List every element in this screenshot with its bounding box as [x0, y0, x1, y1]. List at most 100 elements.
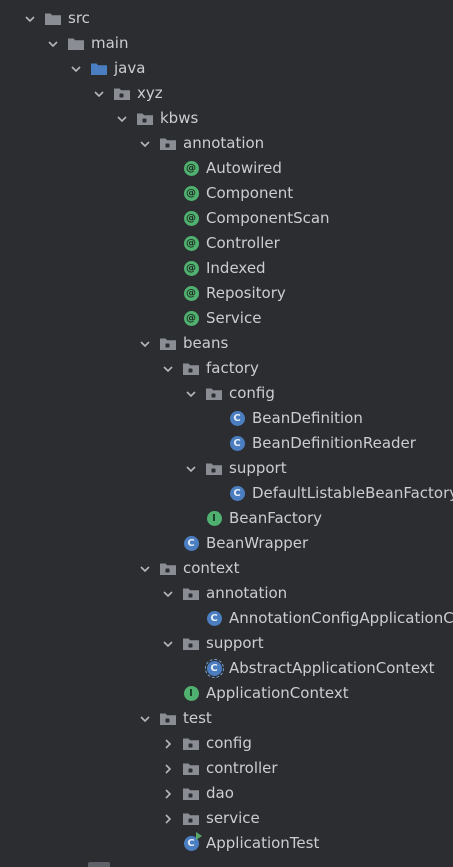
- tree-node-component[interactable]: @ Component: [0, 181, 453, 206]
- tree-node-label: BeanFactory: [229, 509, 323, 527]
- tree-node-test[interactable]: test: [0, 706, 453, 731]
- tree-node-beandefinition[interactable]: C BeanDefinition: [0, 406, 453, 431]
- tree-node-label: Service: [206, 309, 262, 327]
- chevron-right-icon[interactable]: [160, 756, 176, 781]
- tree-node-label: kbws: [160, 109, 199, 127]
- package-icon: [182, 635, 200, 652]
- tree-node-beanwrapper[interactable]: C BeanWrapper: [0, 531, 453, 556]
- package-icon: [205, 385, 223, 402]
- tree-node-applicationcontext[interactable]: I ApplicationContext: [0, 681, 453, 706]
- tree-node-label: ComponentScan: [206, 209, 330, 227]
- package-icon: [159, 135, 177, 152]
- tree-node-repository[interactable]: @ Repository: [0, 281, 453, 306]
- tree-node-label: DefaultListableBeanFactory: [252, 484, 453, 502]
- class-icon: C: [228, 410, 246, 427]
- chevron-down-icon[interactable]: [160, 581, 176, 606]
- tree-node-label: context: [183, 559, 240, 577]
- tree-node-label: src: [68, 9, 90, 27]
- chevron-down-icon[interactable]: [183, 381, 199, 406]
- tree-node-label: controller: [206, 759, 278, 777]
- package-icon: [182, 585, 200, 602]
- tree-node-src[interactable]: src: [0, 6, 453, 31]
- class-icon: C: [228, 485, 246, 502]
- package-icon: [182, 735, 200, 752]
- tree-node-indexed[interactable]: @ Indexed: [0, 256, 453, 281]
- tree-node-label: main: [91, 34, 129, 52]
- chevron-down-icon[interactable]: [160, 631, 176, 656]
- annotation-icon: @: [182, 235, 200, 252]
- tree-node-label: support: [206, 634, 264, 652]
- tree-node-kbws[interactable]: kbws: [0, 106, 453, 131]
- tree-node-annotationconfigapplicationcontext[interactable]: C AnnotationConfigApplicationContext: [0, 606, 453, 631]
- package-icon: [182, 810, 200, 827]
- tree-node-label: BeanWrapper: [206, 534, 309, 552]
- tree-node-defaultlistablebeanfactory[interactable]: C DefaultListableBeanFactory: [0, 481, 453, 506]
- tree-node-controller[interactable]: @ Controller: [0, 231, 453, 256]
- tree-node-support[interactable]: support: [0, 631, 453, 656]
- tree-node-service[interactable]: @ Service: [0, 306, 453, 331]
- tree-node-label: config: [229, 384, 275, 402]
- tree-node-label: ApplicationTest: [206, 834, 320, 852]
- tree-node-factory[interactable]: factory: [0, 356, 453, 381]
- package-icon: [205, 460, 223, 477]
- tree-node-applicationtest[interactable]: C ApplicationTest: [0, 831, 453, 856]
- tree-node-beandefinitionreader[interactable]: C BeanDefinitionReader: [0, 431, 453, 456]
- chevron-down-icon[interactable]: [137, 131, 153, 156]
- tree-node-label: Component: [206, 184, 294, 202]
- chevron-down-icon[interactable]: [137, 331, 153, 356]
- tree-node-label: beans: [183, 334, 229, 352]
- tree-node-label: config: [206, 734, 252, 752]
- package-icon: [159, 560, 177, 577]
- tree-node-label: annotation: [183, 134, 265, 152]
- tree-node-beans[interactable]: beans: [0, 331, 453, 356]
- package-icon: [182, 785, 200, 802]
- chevron-right-icon[interactable]: [160, 781, 176, 806]
- source-folder-icon: [90, 60, 108, 77]
- tree-node-support[interactable]: support: [0, 456, 453, 481]
- chevron-down-icon[interactable]: [137, 706, 153, 731]
- chevron-down-icon[interactable]: [91, 81, 107, 106]
- abstract-class-icon: C: [204, 659, 224, 678]
- tree-node-label: dao: [206, 784, 234, 802]
- folder-icon: [67, 35, 85, 52]
- tree-node-main[interactable]: main: [0, 31, 453, 56]
- package-icon: [136, 110, 154, 127]
- tree-node-label: Indexed: [206, 259, 266, 277]
- tree-node-config[interactable]: config: [0, 731, 453, 756]
- class-icon: C: [228, 435, 246, 452]
- package-icon: [182, 360, 200, 377]
- tree-node-annotation[interactable]: annotation: [0, 581, 453, 606]
- tree-node-java[interactable]: java: [0, 56, 453, 81]
- chevron-down-icon[interactable]: [183, 456, 199, 481]
- package-icon: [113, 85, 131, 102]
- chevron-down-icon[interactable]: [137, 556, 153, 581]
- chevron-down-icon[interactable]: [114, 106, 130, 131]
- chevron-down-icon[interactable]: [160, 356, 176, 381]
- tree-node-label: BeanDefinition: [252, 409, 363, 427]
- folder-icon: [44, 10, 62, 27]
- tree-node-abstractapplicationcontext[interactable]: C AbstractApplicationContext: [0, 656, 453, 681]
- tree-node-label: java: [114, 59, 146, 77]
- runnable-class-icon: C: [182, 832, 202, 852]
- tree-node-config[interactable]: config: [0, 381, 453, 406]
- tree-node-dao[interactable]: dao: [0, 781, 453, 806]
- annotation-icon: @: [182, 310, 200, 327]
- chevron-down-icon[interactable]: [22, 6, 38, 31]
- chevron-down-icon[interactable]: [68, 56, 84, 81]
- tree-node-beanfactory[interactable]: I BeanFactory: [0, 506, 453, 531]
- tree-node-componentscan[interactable]: @ ComponentScan: [0, 206, 453, 231]
- tree-node-autowired[interactable]: @ Autowired: [0, 156, 453, 181]
- tree-node-annotation[interactable]: annotation: [0, 131, 453, 156]
- tree-node-label: Autowired: [206, 159, 282, 177]
- chevron-right-icon[interactable]: [160, 806, 176, 831]
- annotation-icon: @: [182, 260, 200, 277]
- tree-node-label: service: [206, 809, 260, 827]
- tree-node-controller[interactable]: controller: [0, 756, 453, 781]
- package-icon: [159, 710, 177, 727]
- tree-node-xyz[interactable]: xyz: [0, 81, 453, 106]
- tree-node-context[interactable]: context: [0, 556, 453, 581]
- tree-node-label: test: [183, 709, 212, 727]
- tree-node-service[interactable]: service: [0, 806, 453, 831]
- chevron-down-icon[interactable]: [45, 31, 61, 56]
- chevron-right-icon[interactable]: [160, 731, 176, 756]
